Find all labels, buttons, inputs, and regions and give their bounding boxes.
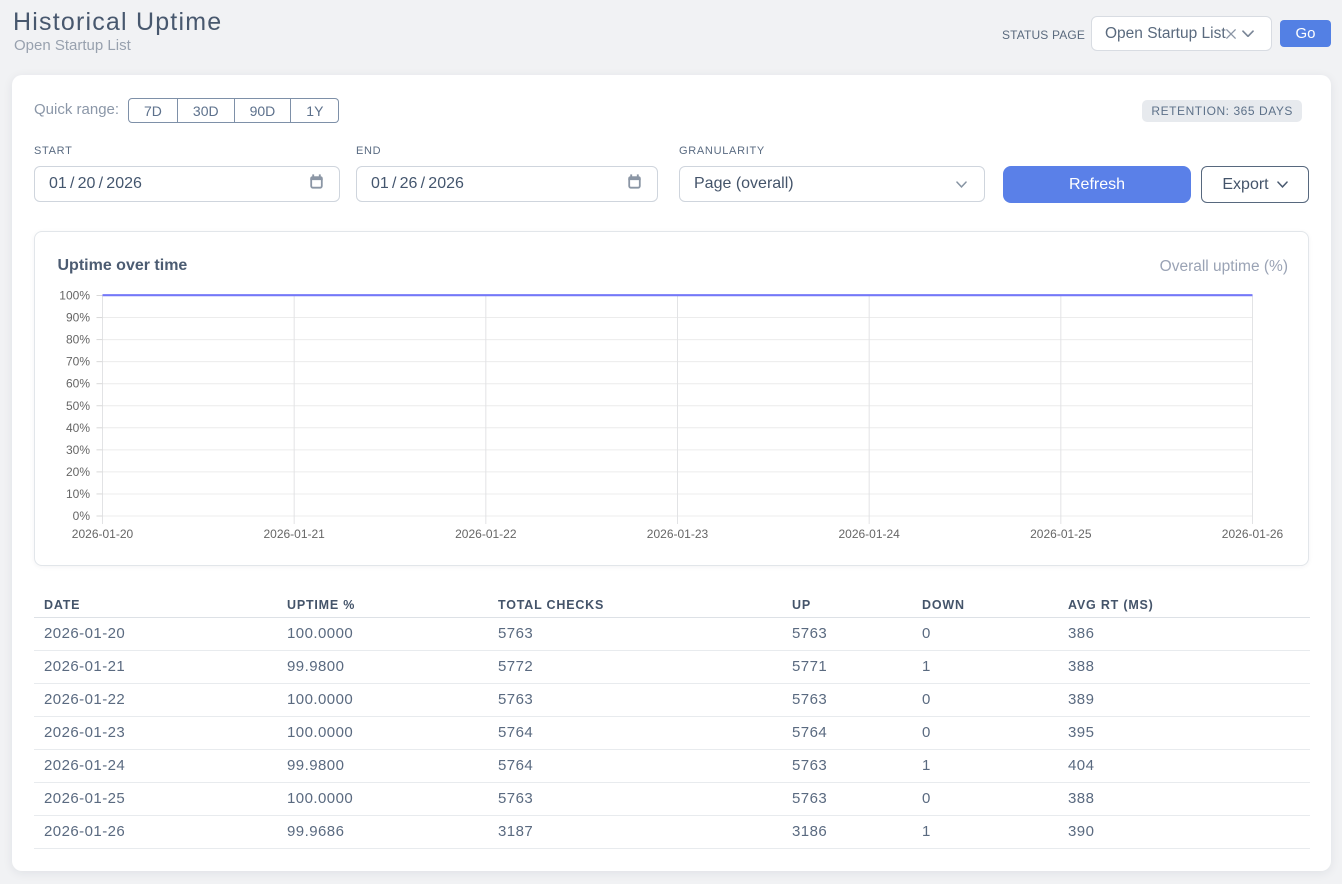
svg-text:10%: 10%	[66, 487, 90, 501]
svg-text:100%: 100%	[59, 289, 90, 303]
svg-text:2026-01-23: 2026-01-23	[647, 527, 709, 541]
svg-text:2026-01-24: 2026-01-24	[838, 527, 900, 541]
svg-text:60%: 60%	[66, 377, 90, 391]
svg-text:2026-01-20: 2026-01-20	[72, 527, 134, 541]
svg-text:40%: 40%	[66, 421, 90, 435]
svg-text:50%: 50%	[66, 399, 90, 413]
svg-text:70%: 70%	[66, 355, 90, 369]
svg-text:2026-01-22: 2026-01-22	[455, 527, 517, 541]
svg-text:2026-01-21: 2026-01-21	[263, 527, 325, 541]
svg-text:20%: 20%	[66, 465, 90, 479]
svg-text:2026-01-26: 2026-01-26	[1222, 527, 1284, 541]
svg-text:80%: 80%	[66, 333, 90, 347]
svg-text:2026-01-25: 2026-01-25	[1030, 527, 1092, 541]
svg-text:90%: 90%	[66, 311, 90, 325]
svg-text:0%: 0%	[73, 509, 91, 523]
svg-text:30%: 30%	[66, 443, 90, 457]
